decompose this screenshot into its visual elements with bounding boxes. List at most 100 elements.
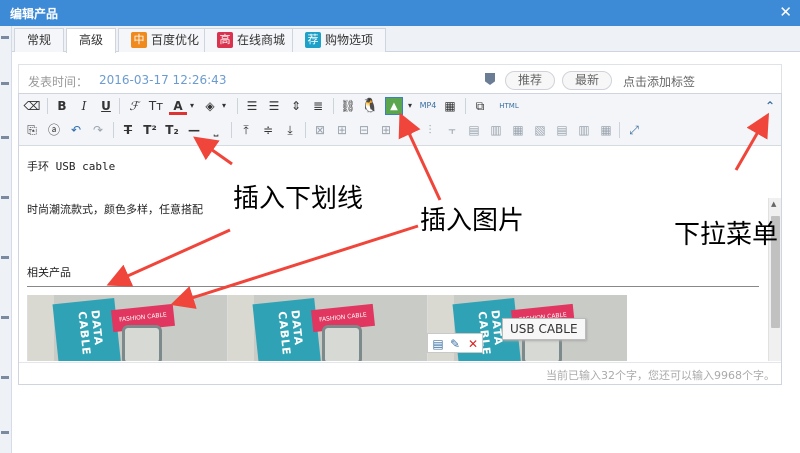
editor-content[interactable]: 手环 USB cable 时尚潮流款式，颜色多样，任意搭配 相关产品 DATA … bbox=[19, 146, 781, 361]
ordered-list-icon[interactable]: ☰ bbox=[243, 97, 261, 115]
strikethrough-button[interactable]: T bbox=[119, 121, 137, 139]
insert-row-icon[interactable]: ⊞ bbox=[333, 121, 351, 139]
delete-row-icon[interactable]: ⊟ bbox=[355, 121, 373, 139]
eraser-icon[interactable]: ⌫ bbox=[23, 97, 41, 115]
merge-icon[interactable]: ⫟ bbox=[443, 121, 461, 139]
bold-button[interactable]: B bbox=[53, 97, 71, 115]
tab-bar: 常规 高级 中百度优化 高在线商城 荐购物选项 bbox=[12, 26, 800, 53]
split-icon[interactable]: ⫶ bbox=[421, 121, 439, 139]
sidebar-marker bbox=[1, 36, 9, 39]
chevron-down-icon[interactable]: ▾ bbox=[215, 97, 233, 115]
product-image[interactable]: DATA CABLE FASHION CABLE bbox=[227, 295, 427, 361]
window-title: 编辑产品 bbox=[10, 7, 59, 21]
scroll-up-icon[interactable]: ▲ bbox=[771, 200, 776, 208]
undo-icon[interactable]: ↶ bbox=[67, 121, 85, 139]
recommend-button[interactable]: 推荐 bbox=[505, 71, 556, 90]
delete-col-icon[interactable]: ⊟ bbox=[399, 121, 417, 139]
word-count-text: 当前已输入32个字，您还可以输入9968个字。 bbox=[546, 369, 775, 382]
badge-icon: 荐 bbox=[305, 32, 321, 48]
product-box: DATA CABLE bbox=[52, 297, 122, 361]
paste-text-icon[interactable]: ⎘ bbox=[23, 121, 41, 139]
product-image[interactable]: DATA CABLE FASHION CABLE bbox=[27, 295, 227, 361]
toolbar-separator bbox=[305, 122, 306, 138]
horizontal-rule-icon[interactable]: — bbox=[185, 121, 203, 139]
html-source-button[interactable]: HTML bbox=[497, 97, 521, 115]
cell-icon[interactable]: ▥ bbox=[575, 121, 593, 139]
align-top-icon[interactable]: ⤒ bbox=[237, 121, 255, 139]
sidebar-marker bbox=[1, 376, 9, 379]
cable-shape bbox=[322, 325, 362, 361]
cable-shape bbox=[122, 325, 162, 361]
link-icon[interactable]: ⛓ bbox=[339, 97, 357, 115]
content-line: 手环 USB cable bbox=[27, 160, 116, 173]
justify-icon[interactable]: ≣ bbox=[309, 97, 327, 115]
annotation-image: 插入图片 bbox=[420, 206, 525, 236]
toolbar-separator bbox=[231, 122, 232, 138]
image-properties-icon[interactable]: ▤ bbox=[430, 336, 446, 352]
redo-icon[interactable]: ↷ bbox=[89, 121, 107, 139]
tab-label: 购物选项 bbox=[325, 33, 374, 47]
meta-row: 发表时间： 2016-03-17 12:26:43 推荐 最新 点击添加标签 bbox=[18, 64, 782, 94]
newest-button[interactable]: 最新 bbox=[562, 71, 613, 90]
photo-background bbox=[28, 295, 54, 361]
tab-general[interactable]: 常规 bbox=[14, 28, 65, 52]
font-family-button[interactable]: ℱ bbox=[125, 97, 143, 115]
sidebar-marker bbox=[1, 316, 9, 319]
cell-icon[interactable]: ▦ bbox=[597, 121, 615, 139]
superscript-button[interactable]: T² bbox=[141, 121, 159, 139]
sidebar-marker bbox=[1, 431, 9, 434]
toolbar-expand-icon[interactable]: ⌃ bbox=[761, 97, 779, 115]
status-bar: 当前已输入32个字，您还可以输入9968个字。 bbox=[19, 362, 781, 384]
sidebar-marker bbox=[1, 196, 9, 199]
image-tools-popup: ▤ ✎ ✕ bbox=[427, 333, 483, 353]
unordered-list-icon[interactable]: ☰ bbox=[265, 97, 283, 115]
horizontal-rule bbox=[27, 286, 759, 287]
fullscreen-icon[interactable]: ⤢ bbox=[625, 121, 643, 139]
toolbar-separator bbox=[237, 98, 238, 114]
chevron-down-icon[interactable]: ▾ bbox=[183, 97, 201, 115]
tab-label: 百度优化 bbox=[151, 33, 200, 47]
content-line: 相关产品 bbox=[27, 266, 71, 279]
cell-icon[interactable]: ▤ bbox=[465, 121, 483, 139]
spacer-icon[interactable]: ⎵ bbox=[207, 121, 225, 139]
table-icon[interactable]: ▦ bbox=[441, 97, 459, 115]
delete-icon[interactable]: ✕ bbox=[465, 336, 481, 352]
add-tag-link[interactable]: 点击添加标签 bbox=[623, 73, 695, 90]
content-line: 时尚潮流款式，颜色多样，任意搭配 bbox=[27, 203, 203, 216]
font-size-button[interactable]: Tт bbox=[147, 97, 165, 115]
delete-table-icon[interactable]: ⊠ bbox=[311, 121, 329, 139]
tab-label: 常规 bbox=[27, 33, 52, 47]
template-icon[interactable]: ⧉ bbox=[471, 97, 489, 115]
close-icon[interactable]: ✕ bbox=[779, 3, 792, 21]
cell-icon[interactable]: ▥ bbox=[487, 121, 505, 139]
underline-button[interactable]: U bbox=[97, 97, 115, 115]
tab-label: 高级 bbox=[79, 33, 104, 47]
subscript-button[interactable]: T₂ bbox=[163, 121, 181, 139]
toolbar-separator bbox=[619, 122, 620, 138]
tab-baidu-seo[interactable]: 中百度优化 bbox=[118, 28, 213, 52]
tag-icon bbox=[485, 73, 495, 85]
tab-shopping-options[interactable]: 荐购物选项 bbox=[292, 28, 387, 52]
tab-advanced[interactable]: 高级 bbox=[66, 28, 117, 53]
toolbar-separator bbox=[119, 98, 120, 114]
line-height-icon[interactable]: ⇕ bbox=[287, 97, 305, 115]
rich-text-editor: ⌫ B I U ℱ Tт A ▾ ◈ ▾ ☰ ☰ ⇕ ≣ ⛓ 🐧 ▲ ▾ MP4… bbox=[18, 93, 782, 385]
paste-word-icon[interactable]: ⓐ bbox=[45, 121, 63, 139]
publish-time-value[interactable]: 2016-03-17 12:26:43 bbox=[99, 73, 226, 87]
box-label: DATA CABLE bbox=[75, 309, 106, 357]
insert-col-icon[interactable]: ⊞ bbox=[377, 121, 395, 139]
italic-button[interactable]: I bbox=[75, 97, 93, 115]
align-middle-icon[interactable]: ≑ bbox=[259, 121, 277, 139]
sidebar-marker bbox=[1, 82, 9, 85]
qq-emoticon-icon[interactable]: 🐧 bbox=[361, 97, 379, 115]
toolbar-separator bbox=[333, 98, 334, 114]
pencil-icon[interactable]: ✎ bbox=[447, 336, 463, 352]
cell-icon[interactable]: ▧ bbox=[531, 121, 549, 139]
edit-product-window: 编辑产品 ✕ 常规 高级 中百度优化 高在线商城 荐购物选项 发表时间： 201… bbox=[0, 0, 800, 453]
insert-video-button[interactable]: MP4 bbox=[417, 97, 439, 115]
cell-icon[interactable]: ▤ bbox=[553, 121, 571, 139]
cell-icon[interactable]: ▦ bbox=[509, 121, 527, 139]
align-bottom-icon[interactable]: ⤓ bbox=[281, 121, 299, 139]
tab-online-mall[interactable]: 高在线商城 bbox=[204, 28, 299, 52]
badge-icon: 中 bbox=[131, 32, 147, 48]
